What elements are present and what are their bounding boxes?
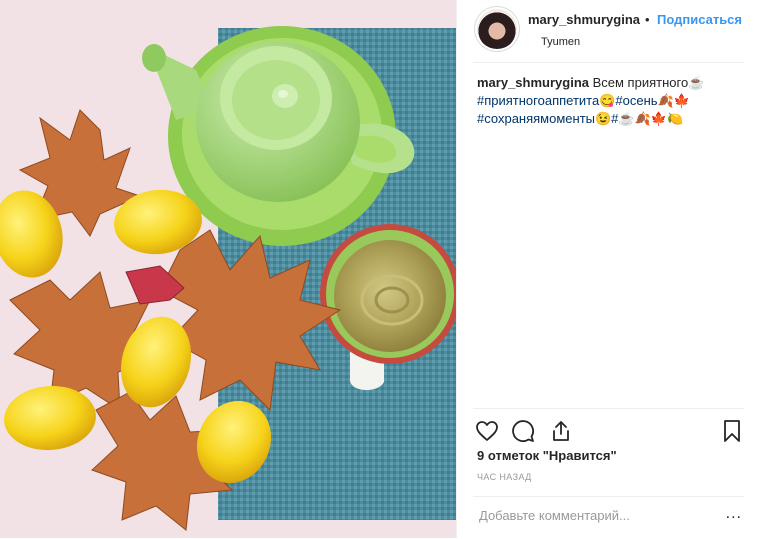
location-link[interactable]: Tyumen [541,36,580,48]
caption-username[interactable]: mary_shmurygina [477,75,589,90]
post-timestamp: ЧАС НАЗАД [477,472,532,482]
author-username[interactable]: mary_shmurygina [528,12,640,27]
comment-bar: ... [473,496,744,539]
share-icon[interactable] [549,419,573,443]
follow-button[interactable]: Подписаться [657,12,742,27]
action-bar [473,408,744,449]
post-caption: mary_shmurygina Всем приятного☕ #приятно… [477,74,747,128]
post-side-panel: mary_shmurygina • Подписаться Tyumen mar… [456,0,760,538]
caption-text: Всем приятного☕ [589,75,705,90]
likes-count[interactable]: 9 отметок "Нравится" [477,448,617,463]
more-options-icon[interactable]: ... [726,505,742,523]
caption-hashtags-line2[interactable]: #сохраняямоменты😉#☕🍂🍁🍋 [477,111,683,126]
comment-icon[interactable] [511,419,535,443]
post-photo[interactable] [0,0,456,538]
post-header: mary_shmurygina • Подписаться Tyumen [473,6,744,63]
heart-icon[interactable] [475,419,499,443]
avatar[interactable] [477,9,517,49]
bookmark-icon[interactable] [720,419,744,443]
comment-input[interactable] [477,507,721,524]
separator-dot: • [645,12,650,27]
caption-hashtags-line1[interactable]: #приятногоаппетита😋#осень🍂🍁 [477,93,690,108]
instagram-post: mary_shmurygina • Подписаться Tyumen mar… [0,0,760,538]
